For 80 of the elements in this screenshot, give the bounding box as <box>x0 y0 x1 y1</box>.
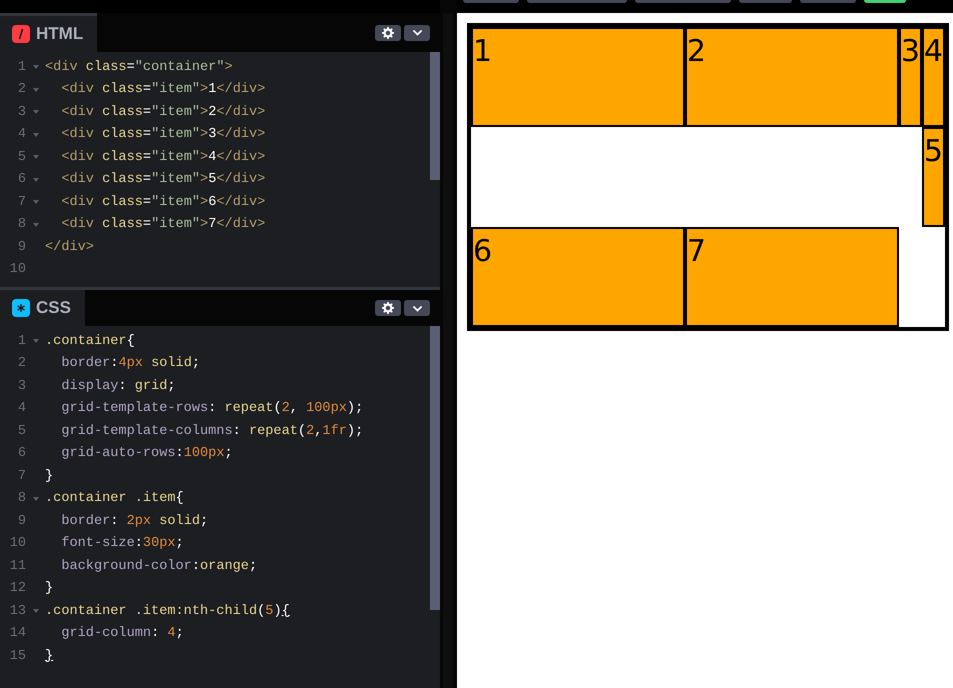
editor-tab[interactable]: CSS <box>0 290 85 326</box>
line-number: 9 <box>16 514 26 529</box>
fold-arrow-icon[interactable] <box>32 132 38 137</box>
code-line: .container .item:nth-child(5){ <box>45 604 290 619</box>
code-line: border: 2px solid; <box>60 514 208 529</box>
line-number: 4 <box>16 401 26 416</box>
grid-item: 4 <box>922 27 945 127</box>
line-number: 13 <box>8 604 26 619</box>
line-number: 1 <box>16 60 26 75</box>
code-line: <div class="item">2</div> <box>60 104 266 120</box>
grid-item: 2 <box>684 27 899 127</box>
editor-tab[interactable]: HTML <box>0 13 98 52</box>
code-line: <div class="item">5</div> <box>60 172 266 188</box>
line-number: 14 <box>8 626 26 642</box>
line-number: 5 <box>16 150 26 165</box>
slash-icon <box>12 25 30 43</box>
code-line: <div class="item">1</div> <box>60 82 266 98</box>
code-line: display: grid; <box>60 378 176 394</box>
line-number: 8 <box>16 491 26 506</box>
code-line: <div class="item">7</div> <box>60 217 266 232</box>
code-line: .container .item{ <box>45 491 184 506</box>
line-number: 10 <box>8 536 26 552</box>
code-line: <div class="item">3</div> <box>60 127 266 142</box>
line-number: 1 <box>16 334 26 349</box>
grid-item: 6 <box>471 227 685 327</box>
code-line: } <box>45 648 54 664</box>
line-number: 5 <box>16 424 26 439</box>
collapse-button[interactable] <box>404 300 430 316</box>
code-line: grid-template-rows: repeat(2, 100px); <box>60 401 364 416</box>
code-line: font-size:30px; <box>60 536 184 552</box>
code-line: grid-auto-rows:100px; <box>60 446 233 462</box>
line-number: 6 <box>16 446 26 462</box>
fold-arrow-icon[interactable] <box>32 222 38 227</box>
line-number: 2 <box>16 356 26 372</box>
fold-arrow-icon[interactable] <box>32 339 38 344</box>
code-line: background-color:orange; <box>60 558 258 574</box>
line-number: 7 <box>16 468 26 484</box>
fold-arrow-icon[interactable] <box>32 155 38 160</box>
collapse-button[interactable] <box>404 24 430 40</box>
line-number: 3 <box>16 378 26 394</box>
line-number: 4 <box>16 127 26 142</box>
line-number: 11 <box>8 558 26 574</box>
grid-item: 5 <box>922 127 945 227</box>
line-number: 9 <box>16 240 26 255</box>
grid-item: 1 <box>471 27 685 127</box>
code-line: grid-template-columns: repeat(2,1fr); <box>60 424 364 439</box>
settings-button[interactable] <box>375 24 401 40</box>
line-number: 7 <box>16 194 26 210</box>
gear-icon <box>382 26 394 38</box>
fold-arrow-icon[interactable] <box>32 88 38 92</box>
line-number: 6 <box>16 172 26 188</box>
code-line: </div> <box>45 240 94 255</box>
code-line: grid-column: 4; <box>60 626 184 642</box>
line-number: 2 <box>16 82 26 98</box>
code-line: border:4px solid; <box>60 356 200 372</box>
line-number: 15 <box>8 648 26 664</box>
settings-button[interactable] <box>375 300 401 316</box>
code-line: <div class="container"> <box>45 60 233 75</box>
fold-arrow-icon[interactable] <box>32 178 38 182</box>
code-line: } <box>45 468 54 484</box>
line-number: 8 <box>16 217 26 232</box>
toolbar-button[interactable] <box>864 0 906 3</box>
code-line: <div class="item">6</div> <box>60 194 266 210</box>
grid-item: 3 <box>898 27 922 127</box>
fold-arrow-icon[interactable] <box>32 200 38 204</box>
line-number: 3 <box>16 104 26 120</box>
scrollbar-thumb[interactable] <box>430 52 440 180</box>
code-line: <div class="item">4</div> <box>60 150 266 165</box>
fold-arrow-icon[interactable] <box>32 496 38 501</box>
gear-icon <box>382 302 394 314</box>
line-number: 12 <box>8 581 26 596</box>
fold-arrow-icon[interactable] <box>32 609 38 614</box>
scrollbar-thumb[interactable] <box>430 326 440 610</box>
line-number: 10 <box>8 262 26 278</box>
code-line: .container{ <box>45 334 135 349</box>
grid-item: 7 <box>684 227 899 327</box>
code-line: } <box>45 581 54 596</box>
fold-arrow-icon[interactable] <box>32 65 38 70</box>
fold-arrow-icon[interactable] <box>32 110 38 114</box>
asterisk-icon <box>12 299 30 317</box>
